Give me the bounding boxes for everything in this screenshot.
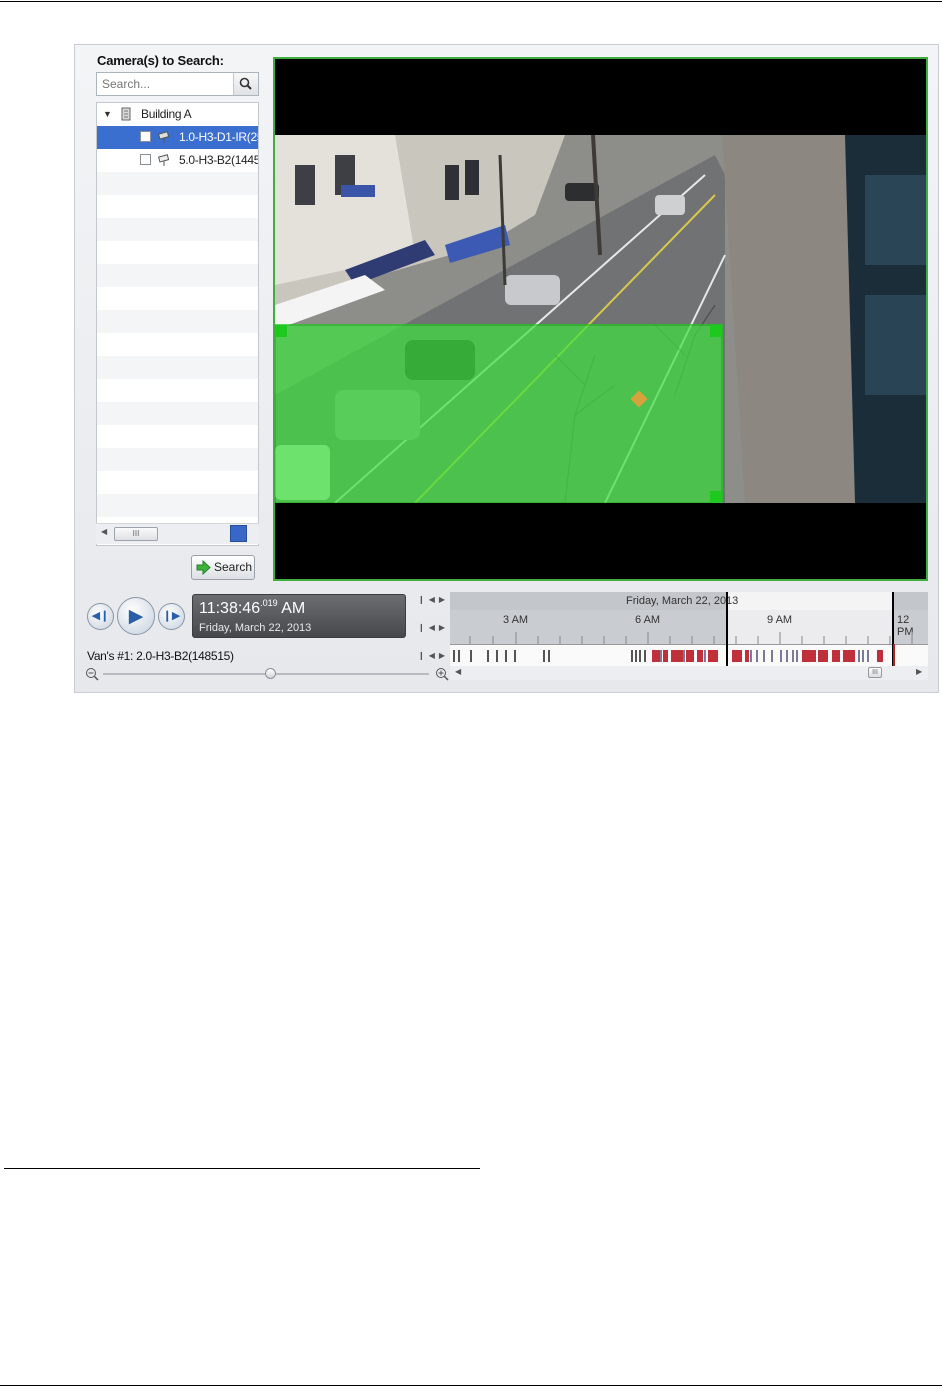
timeline-selection-range[interactable]: [728, 592, 893, 610]
header-rule: [0, 1, 942, 2]
timeline-scroll-thumb[interactable]: III: [868, 667, 882, 678]
search-button[interactable]: Search: [191, 555, 255, 580]
scroll-left-icon[interactable]: ◀: [101, 527, 107, 536]
tree-empty-row: [97, 356, 258, 379]
range-start-marker[interactable]: [726, 592, 728, 666]
play-icon: ▶: [128, 606, 144, 627]
timeline-tick-label: 3 AM: [503, 614, 529, 626]
tree-group-label: Building A: [141, 107, 192, 121]
footnote-rule: [4, 1168, 480, 1169]
timeline-tick-label: 6 AM: [635, 614, 661, 626]
green-arrow-icon: [196, 560, 211, 575]
step-forward-button[interactable]: ❙▶: [158, 603, 185, 630]
camera-tree: ▼ Building A 1.0-H3-D1-IR(25 5.0-H3-B2(1…: [96, 102, 259, 546]
timeline[interactable]: Friday, March 22, 2013 3 AM 6 AM 9 AM 12…: [450, 592, 928, 666]
search-icon-button[interactable]: [233, 73, 258, 95]
camera-label: 5.0-H3-B2(1445: [179, 153, 259, 167]
timeline-minor-ticks: [469, 632, 913, 644]
tree-camera-item[interactable]: 5.0-H3-B2(1445: [97, 149, 258, 172]
search-button-label: Search: [214, 560, 253, 574]
timeline-tick-label: 9 AM: [767, 614, 793, 626]
tree-empty-row: [97, 241, 258, 264]
motion-bars: [453, 650, 883, 662]
timeline-scrollbar[interactable]: ◀ III ▶: [450, 666, 928, 680]
tree-empty-row: [97, 494, 258, 517]
camera-search-input[interactable]: [97, 73, 236, 95]
tree-empty-row: [97, 287, 258, 310]
camera-checkbox[interactable]: [140, 154, 151, 165]
tree-empty-row: [97, 471, 258, 494]
playback-camera-label: Van's #1: 2.0-H3-B2(148515): [87, 649, 234, 663]
current-time-display: 11:38:46.019 AM Friday, March 22, 2013: [192, 594, 406, 638]
tree-empty-row: [97, 310, 258, 333]
current-date: Friday, March 22, 2013: [199, 622, 312, 634]
timeline-motion-track[interactable]: [450, 644, 928, 666]
camera-icon: [158, 154, 170, 166]
tree-empty-row: [97, 333, 258, 356]
playhead-marker[interactable]: [893, 644, 895, 666]
camera-icon: [158, 131, 170, 143]
search-window: Camera(s) to Search: ▼ Building A 1.0-: [74, 44, 939, 693]
tree-empty-row: [97, 218, 258, 241]
camera-label: 1.0-H3-D1-IR(25: [179, 130, 259, 144]
tree-empty-row: [97, 264, 258, 287]
zoom-in-icon[interactable]: [435, 667, 449, 681]
cameras-to-search-title: Camera(s) to Search:: [97, 53, 224, 68]
tree-empty-row: [97, 195, 258, 218]
zoom-slider[interactable]: [85, 667, 449, 681]
tree-empty-row: [97, 402, 258, 425]
camera-search-box: [96, 72, 259, 96]
zoom-out-icon[interactable]: [85, 667, 99, 681]
timeline-header: Friday, March 22, 2013: [450, 592, 928, 610]
play-button[interactable]: ▶: [117, 597, 155, 635]
timeline-date: Friday, March 22, 2013: [626, 595, 739, 607]
tree-empty-row: [97, 448, 258, 471]
tree-group-building-a[interactable]: ▼ Building A: [97, 103, 258, 126]
color-swatch[interactable]: [230, 525, 247, 542]
timeline-scroll-right-icon[interactable]: ▶: [916, 667, 922, 676]
camera-checkbox[interactable]: [140, 131, 151, 142]
timeline-scroll-left-icon[interactable]: ◀: [455, 667, 461, 676]
camera-frame-image: [275, 135, 926, 503]
video-viewport[interactable]: [273, 57, 928, 581]
tree-scroll-thumb[interactable]: III: [114, 527, 158, 541]
tree-camera-item[interactable]: 1.0-H3-D1-IR(25: [97, 126, 258, 149]
expand-arrow-icon[interactable]: ▼: [103, 103, 112, 126]
tree-empty-row: [97, 172, 258, 195]
current-time: 11:38:46.019 AM: [199, 598, 306, 617]
building-icon: [121, 107, 131, 121]
step-back-button[interactable]: ◀❙: [87, 603, 114, 630]
zoom-knob[interactable]: [265, 668, 276, 679]
tree-empty-row: [97, 379, 258, 402]
step-forward-icon: ❙▶: [162, 610, 181, 622]
step-back-icon: ◀❙: [91, 610, 110, 622]
footer-rule: [0, 1385, 942, 1386]
tree-empty-row: [97, 425, 258, 448]
magnifier-icon: [239, 77, 252, 90]
